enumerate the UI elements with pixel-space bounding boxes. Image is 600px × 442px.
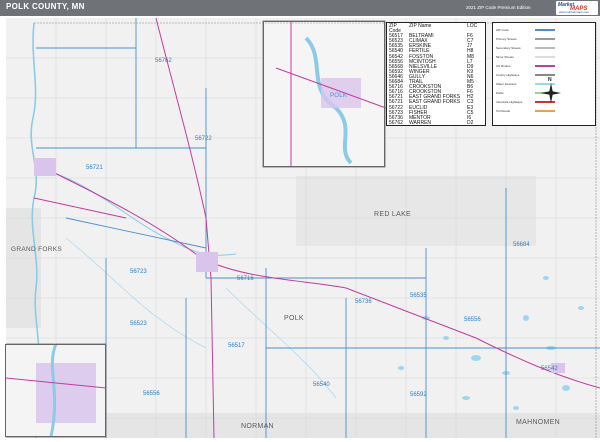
zip-code-table: ZIP Code ZIP Name LOC 56517 BELTRAMI F6 565… (386, 22, 486, 126)
region-label-red-lake: RED LAKE (374, 211, 412, 218)
inset-frame-top (263, 21, 385, 167)
legend-item-label: Minor Streets (496, 55, 514, 59)
zip-label-56722: 56722 (195, 136, 212, 142)
legend-swatch (535, 110, 555, 112)
zip-label-56721: 56721 (86, 165, 103, 171)
legend-item-label: Interstate Highways (496, 100, 523, 104)
map-legend: ZIP Code Primary Streets Secondary Streets… (492, 22, 596, 126)
zip-label-56736: 56736 (355, 299, 372, 305)
legend-item-label: ZIP Code (496, 28, 509, 32)
east-grand-forks-area (34, 158, 56, 176)
zip-label-56684: 56684 (513, 242, 530, 248)
zip-label-56592: 56592 (410, 392, 427, 398)
zip-label-56535: 56535 (410, 293, 427, 299)
zip-label-56523: 56523 (130, 321, 147, 327)
map-page: POLK COUNTY, MN 2021 ZIP Code Premium Ed… (0, 0, 600, 442)
zip-table-cell-loc: D2 (467, 119, 474, 126)
map-title: POLK COUNTY, MN (6, 2, 85, 11)
zip-label-56517: 56517 (228, 343, 245, 349)
zip-table-cell-zip: 56762 (389, 119, 403, 126)
legend-item-label: Primary Streets (496, 37, 517, 41)
region-label-norman: NORMAN (241, 423, 274, 430)
compass-rose-icon (541, 83, 561, 103)
legend-swatch (535, 47, 555, 49)
legend-item-label: Toll Roads (496, 109, 511, 113)
zip-label-56556-east: 56556 (464, 317, 481, 323)
zip-label-56716: 56716 (237, 276, 254, 282)
region-label-mahnomen: MAHNOMEN (516, 419, 561, 426)
zip-label-56762: 56762 (155, 58, 172, 64)
legend-item-label: US Routes (496, 64, 511, 68)
legend-item-label: Water Features (496, 82, 517, 86)
red-lake-county-area (296, 176, 536, 246)
legend-item-label: County Highways (496, 73, 520, 77)
zip-label-56542: 56542 (541, 366, 558, 372)
title-bar: POLK COUNTY, MN 2021 ZIP Code Premium Ed… (0, 0, 600, 16)
edition-label: 2021 ZIP Code Premium Edition (466, 5, 531, 10)
legend-item-label: Parks (496, 91, 504, 95)
zip-table-row: 56762 WARREN D2 (389, 119, 483, 126)
zip-label-56540: 56540 (313, 382, 330, 388)
legend-item-label: Secondary Streets (496, 46, 521, 50)
zip-label-56723: 56723 (130, 269, 147, 275)
inset-frame-bottom (5, 344, 106, 437)
legend-swatch (535, 65, 555, 67)
region-label-grand-forks: GRAND FORKS (11, 246, 62, 253)
region-label-polk: POLK (284, 315, 304, 322)
legend-swatch (535, 56, 555, 58)
zip-label-56556-west: 56556 (143, 391, 160, 397)
publisher-logo[interactable]: Market MAPS www.marketmaps.com (556, 1, 598, 15)
zip-table-rows: 56517 BELTRAMI F6 56523 CLIMAX C7 56535 ERSKINE… (389, 34, 483, 126)
legend-swatch (535, 74, 555, 76)
crookston-area (196, 252, 218, 272)
legend-swatch (535, 29, 555, 31)
zip-table-cell-name: WARREN (409, 119, 432, 126)
legend-swatch (535, 38, 555, 40)
logo-text-3: www.marketmaps.com (559, 10, 590, 14)
inset-region-label: POLK (330, 93, 348, 99)
